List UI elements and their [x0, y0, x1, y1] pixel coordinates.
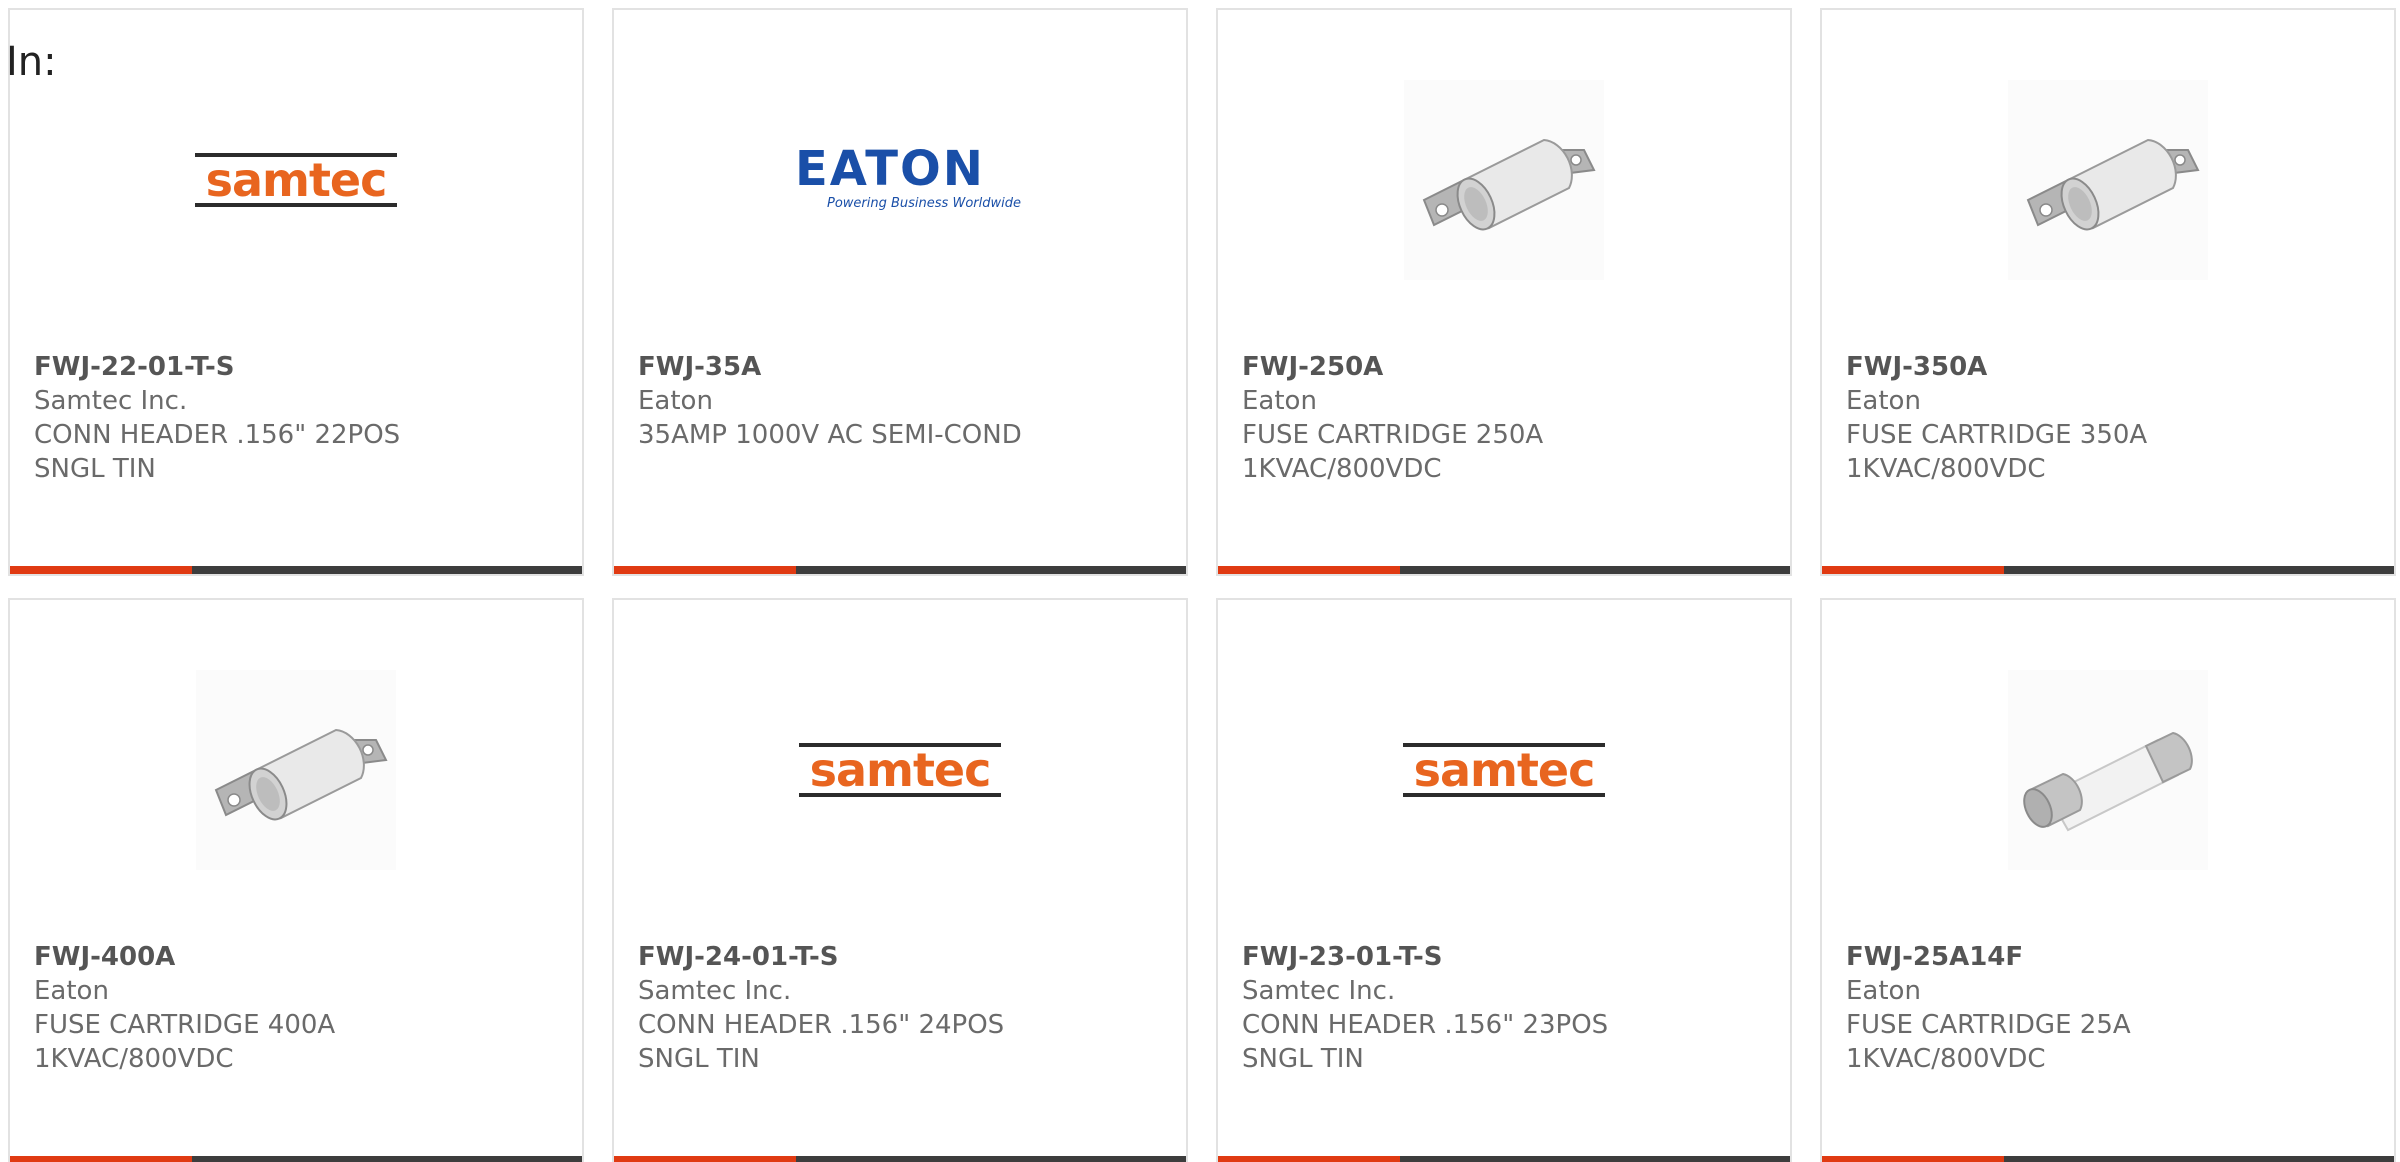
description-line-2: SNGL TIN [1242, 1044, 1364, 1074]
description-line-2: 1KVAC/800VDC [34, 1044, 234, 1074]
product-image [1822, 80, 2394, 280]
product-grid-page: In: samtec FWJ-22-01-T-S Samtec Inc. CON… [0, 0, 2400, 1162]
eaton-logo: EATON Powering Business Worldwide [795, 141, 1021, 211]
samtec-logo: samtec [195, 151, 397, 209]
description-line-2: SNGL TIN [34, 454, 156, 484]
samtec-logo: samtec [799, 741, 1001, 799]
product-card[interactable]: samtec FWJ-22-01-T-S Samtec Inc. CONN HE… [8, 8, 584, 576]
product-image [1218, 80, 1790, 280]
part-number[interactable]: FWJ-350A [1846, 350, 2366, 384]
part-number[interactable]: FWJ-35A [638, 350, 1158, 384]
product-card[interactable]: FWJ-25A14F Eaton FUSE CARTRIDGE 25A 1KVA… [1820, 598, 2396, 1162]
card-bottom-bar [1218, 566, 1790, 574]
manufacturer: Samtec Inc. [34, 386, 188, 416]
product-card[interactable]: FWJ-350A Eaton FUSE CARTRIDGE 350A 1KVAC… [1820, 8, 2396, 576]
product-image: samtec [1218, 670, 1790, 870]
card-bottom-bar [1218, 1156, 1790, 1162]
description-line-1: FUSE CARTRIDGE 25A [1846, 1010, 2131, 1040]
fuse-cartridge-icon [196, 670, 396, 870]
description-line-1: CONN HEADER .156" 24POS [638, 1010, 1005, 1040]
description-line-2: SNGL TIN [638, 1044, 760, 1074]
manufacturer: Eaton [34, 976, 109, 1006]
description-line-1: FUSE CARTRIDGE 250A [1242, 420, 1544, 450]
card-bottom-bar [1822, 1156, 2394, 1162]
manufacturer: Samtec Inc. [638, 976, 792, 1006]
card-bottom-bar [1822, 566, 2394, 574]
part-number[interactable]: FWJ-400A [34, 940, 554, 974]
card-bottom-bar [10, 566, 582, 574]
card-bottom-bar [10, 1156, 582, 1162]
part-number[interactable]: FWJ-250A [1242, 350, 1762, 384]
product-card[interactable]: FWJ-400A Eaton FUSE CARTRIDGE 400A 1KVAC… [8, 598, 584, 1162]
description-line-2: 1KVAC/800VDC [1846, 454, 2046, 484]
product-card[interactable]: samtec FWJ-24-01-T-S Samtec Inc. CONN HE… [612, 598, 1188, 1162]
product-image: samtec [614, 670, 1186, 870]
part-number[interactable]: FWJ-25A14F [1846, 940, 2366, 974]
part-number[interactable]: FWJ-22-01-T-S [34, 350, 554, 384]
description-line-2: 1KVAC/800VDC [1846, 1044, 2046, 1074]
product-card[interactable]: EATON Powering Business Worldwide FWJ-35… [612, 8, 1188, 576]
card-bottom-bar [614, 566, 1186, 574]
product-card[interactable]: FWJ-250A Eaton FUSE CARTRIDGE 250A 1KVAC… [1216, 8, 1792, 576]
product-image [1822, 670, 2394, 870]
part-number[interactable]: FWJ-24-01-T-S [638, 940, 1158, 974]
samtec-logo: samtec [1403, 741, 1605, 799]
description-line-1: 35AMP 1000V AC SEMI-COND [638, 420, 1022, 450]
description-line-1: CONN HEADER .156" 23POS [1242, 1010, 1609, 1040]
description-line-1: FUSE CARTRIDGE 400A [34, 1010, 336, 1040]
description-line-2: 1KVAC/800VDC [1242, 454, 1442, 484]
manufacturer: Eaton [1846, 976, 1921, 1006]
in-label: In: [6, 39, 57, 85]
part-number[interactable]: FWJ-23-01-T-S [1242, 940, 1762, 974]
product-image: EATON Powering Business Worldwide [614, 80, 1186, 280]
product-card[interactable]: samtec FWJ-23-01-T-S Samtec Inc. CONN HE… [1216, 598, 1792, 1162]
product-image: samtec [10, 80, 582, 280]
manufacturer: Eaton [638, 386, 713, 416]
product-image [10, 670, 582, 870]
fuse-cartridge-icon [2008, 80, 2208, 280]
manufacturer: Eaton [1242, 386, 1317, 416]
fuse-cartridge-icon [1404, 80, 1604, 280]
manufacturer: Samtec Inc. [1242, 976, 1396, 1006]
card-bottom-bar [614, 1156, 1186, 1162]
description-line-1: CONN HEADER .156" 22POS [34, 420, 401, 450]
glass-fuse-icon [2008, 670, 2208, 870]
manufacturer: Eaton [1846, 386, 1921, 416]
description-line-1: FUSE CARTRIDGE 350A [1846, 420, 2148, 450]
